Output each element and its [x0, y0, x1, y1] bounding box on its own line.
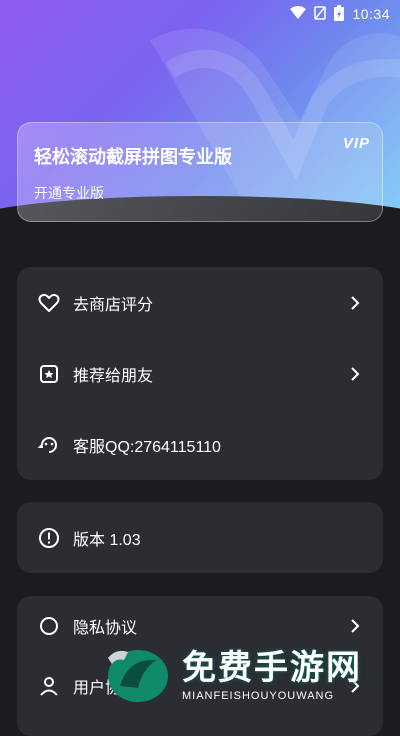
battery-icon	[334, 4, 345, 24]
recommend-friend-item[interactable]: 推荐给朋友	[17, 338, 383, 409]
vip-upgrade-card[interactable]: 轻松滚动截屏拼图专业版 开通专业版 VIP	[17, 122, 383, 222]
menu-group-actions: 去商店评分 推荐给朋友 客服QQ:2764115110	[17, 267, 383, 480]
menu-group-version: 版本 1.03	[17, 502, 383, 573]
customer-service-icon	[37, 433, 61, 457]
status-bar: 10:34	[0, 0, 400, 28]
watermark-logo-icon	[108, 650, 168, 702]
privacy-icon	[37, 614, 61, 638]
customer-service-label: 客服QQ:2764115110	[73, 438, 221, 456]
version-label: 版本 1.03	[73, 531, 141, 549]
vip-card-subtitle: 开通专业版	[34, 185, 104, 201]
chevron-right-icon	[347, 366, 363, 382]
wifi-icon	[290, 5, 307, 23]
vip-badge-icon: VIP	[342, 135, 370, 152]
chevron-right-icon	[347, 295, 363, 311]
watermark-title: 免费手游网	[182, 649, 362, 687]
share-card-icon	[37, 362, 61, 386]
version-item[interactable]: 版本 1.03	[17, 502, 383, 573]
recommend-friend-label: 推荐给朋友	[73, 367, 154, 385]
user-icon	[37, 674, 61, 698]
watermark: 免费手游网 MIANFEISHOUYOUWANG	[90, 632, 400, 711]
info-icon	[37, 526, 61, 550]
rate-store-item[interactable]: 去商店评分	[17, 267, 383, 338]
status-time: 10:34	[352, 6, 390, 22]
heart-icon	[37, 291, 61, 315]
rate-store-label: 去商店评分	[73, 296, 154, 314]
watermark-subtitle: MIANFEISHOUYOUWANG	[182, 690, 335, 702]
vip-card-title: 轻松滚动截屏拼图专业版	[34, 147, 232, 167]
customer-service-item[interactable]: 客服QQ:2764115110	[17, 409, 383, 480]
no-sim-icon	[314, 5, 327, 23]
